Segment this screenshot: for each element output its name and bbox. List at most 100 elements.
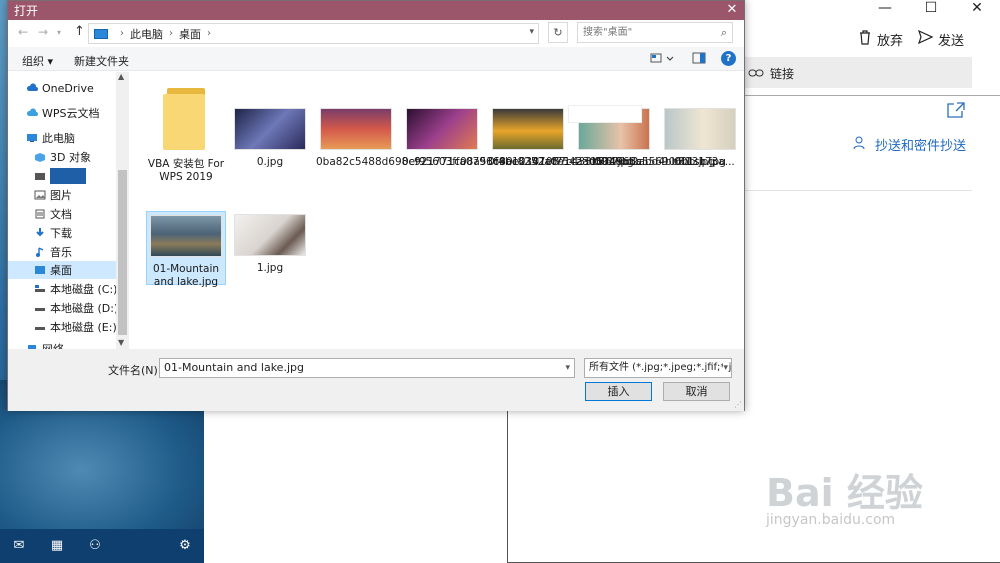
- file-name: 01-Mountain and lake.jpg: [152, 263, 220, 288]
- nav-item-drive-d[interactable]: 本地磁盘 (D:): [8, 299, 118, 317]
- nav-label: 桌面: [50, 264, 72, 277]
- discard-button[interactable]: 放弃: [858, 29, 904, 49]
- nav-label: 3D 对象: [50, 151, 91, 164]
- file-item-folder[interactable]: VBA 安装包 For WPS 2019: [146, 84, 226, 184]
- send-label: 发送: [938, 33, 965, 49]
- cc-bcc-link[interactable]: 抄送和密件抄送: [853, 135, 966, 154]
- dialog-close-button[interactable]: ✕: [720, 1, 744, 20]
- breadcrumb-desktop[interactable]: 桌面: [179, 26, 201, 42]
- nav-item-music[interactable]: 音乐: [8, 243, 116, 261]
- file-type-dropdown-icon[interactable]: ▾: [723, 359, 728, 377]
- minimize-button[interactable]: —: [862, 0, 908, 22]
- people-icon[interactable]: ⚇: [86, 537, 104, 555]
- back-arrow-icon[interactable]: ←: [18, 25, 28, 39]
- breadcrumb-separator-icon: ›: [120, 28, 124, 39]
- nav-item-desktop[interactable]: 桌面: [8, 261, 116, 279]
- file-item[interactable]: 0f4bc8252a0e1ca30634968c556906bb.jpg: [488, 108, 715, 169]
- nav-item-documents[interactable]: 文档: [8, 205, 116, 223]
- resize-grip-icon[interactable]: ⋰: [734, 400, 742, 409]
- view-options-icon[interactable]: [650, 52, 674, 67]
- dialog-title-bar: 打开 ✕: [8, 1, 744, 20]
- cancel-button[interactable]: 取消: [663, 382, 730, 401]
- file-type-select[interactable]: 所有文件 (*.jpg;*.jpeg;*.jfif;*.jp ▾: [584, 358, 732, 378]
- picture-icon: [34, 190, 46, 200]
- nav-item-wps-cloud[interactable]: WPS云文档: [8, 104, 116, 122]
- close-window-button[interactable]: ✕: [954, 0, 1000, 22]
- calendar-icon[interactable]: ▦: [48, 537, 66, 555]
- nav-item-this-pc[interactable]: 此电脑: [8, 129, 116, 147]
- address-dropdown-icon[interactable]: ▾: [529, 27, 534, 37]
- nav-label: 此电脑: [42, 132, 75, 145]
- up-arrow-icon[interactable]: ↑: [74, 24, 85, 39]
- nav-label: 视频: [50, 168, 86, 184]
- cube-icon: [35, 153, 45, 162]
- discard-label: 放弃: [877, 33, 904, 49]
- navigation-scrollbar[interactable]: ▲ ▼: [116, 72, 129, 349]
- file-item[interactable]: 0ba82c5488d698c921771c08a53c9a10347ef754…: [316, 108, 652, 169]
- expand-window-icon[interactable]: [946, 101, 966, 121]
- cc-bcc-label: 抄送和密件抄送: [875, 139, 967, 154]
- drive-icon: [35, 285, 45, 292]
- file-name: 001sh.jpg: [674, 156, 726, 168]
- nav-item-network[interactable]: 网络: [8, 340, 116, 349]
- filename-dropdown-icon[interactable]: ▾: [565, 359, 570, 377]
- file-item[interactable]: 1.jpg: [230, 211, 310, 275]
- filename-input[interactable]: 01-Mountain and lake.jpg ▾: [159, 358, 575, 378]
- file-item-selected[interactable]: 01-Mountain and lake.jpg: [146, 211, 226, 288]
- nav-label: 文档: [50, 208, 72, 221]
- computer-icon: [27, 134, 37, 142]
- nav-item-3d-objects[interactable]: 3D 对象: [8, 148, 116, 166]
- navigation-pane: OneDrive WPS云文档 此电脑 3D 对象 视频 图片 文档 下载 音乐…: [8, 72, 129, 349]
- search-placeholder: 搜索"桌面": [583, 27, 633, 38]
- nav-item-downloads[interactable]: 下载: [8, 224, 116, 242]
- file-item[interactable]: 001sh.jpg: [660, 108, 740, 169]
- settings-gear-icon[interactable]: ⚙: [176, 537, 194, 555]
- mail-icon[interactable]: ✉: [10, 537, 28, 555]
- breadcrumb-separator-icon: ›: [207, 28, 211, 39]
- person-icon: [853, 136, 865, 154]
- nav-label: WPS云文档: [42, 107, 100, 120]
- maximize-button[interactable]: ☐: [908, 0, 954, 22]
- refresh-button[interactable]: ↻: [548, 22, 568, 43]
- scroll-up-arrow-icon[interactable]: ▲: [118, 72, 124, 81]
- file-item[interactable]: 0ef95603ffa0796680e2101087c433b5670d2abd…: [402, 108, 735, 169]
- file-name: 0.jpg: [256, 156, 284, 168]
- preview-pane-icon[interactable]: [692, 52, 706, 67]
- file-name: 1.jpg: [256, 262, 284, 274]
- help-icon[interactable]: ?: [721, 51, 736, 66]
- organize-button[interactable]: 组织 ▾: [22, 53, 53, 69]
- file-name: 0ba82c5488d698c921771c08a53c9a10347ef754…: [316, 156, 652, 168]
- image-thumbnail: [234, 214, 306, 256]
- insert-button[interactable]: 插入: [585, 382, 652, 401]
- nav-item-drive-e[interactable]: 本地磁盘 (E:): [8, 318, 117, 336]
- nav-item-drive-c[interactable]: 本地磁盘 (C:): [8, 280, 117, 298]
- address-bar[interactable]: › 此电脑 › 桌面 › ▾: [88, 23, 539, 44]
- search-icon: ⌕: [720, 26, 727, 39]
- forward-arrow-icon[interactable]: →: [38, 25, 48, 39]
- nav-label: 图片: [50, 189, 72, 202]
- nav-item-videos[interactable]: 视频: [8, 167, 116, 185]
- nav-label: 下载: [50, 227, 72, 240]
- breadcrumb-this-pc[interactable]: 此电脑: [130, 26, 163, 42]
- image-thumbnail: [492, 108, 564, 150]
- nav-label: 音乐: [50, 246, 72, 259]
- send-button[interactable]: 发送: [917, 29, 965, 49]
- nav-item-onedrive[interactable]: OneDrive: [8, 79, 116, 97]
- desktop-icon: [35, 266, 45, 274]
- watermark-url: jingyan.baidu.com: [766, 512, 896, 528]
- open-file-dialog: 打开 ✕ ← → ▾ ↑ › 此电脑 › 桌面 › ▾ ↻ 搜索"桌面" ⌕ 组…: [7, 0, 745, 411]
- new-folder-button[interactable]: 新建文件夹: [74, 53, 129, 69]
- file-name: 0f4bc8252a0e1ca30634968c556906bb.jpg: [488, 156, 715, 168]
- download-icon: [36, 228, 44, 237]
- cloud-icon: [26, 108, 38, 116]
- video-icon: [35, 173, 45, 180]
- nav-item-pictures[interactable]: 图片: [8, 186, 116, 204]
- link-button[interactable]: 链接: [748, 65, 794, 82]
- scroll-down-arrow-icon[interactable]: ▼: [118, 338, 124, 347]
- filename-label: 文件名(N):: [108, 364, 162, 377]
- nav-label: 本地磁盘 (E:): [50, 321, 117, 334]
- recent-locations-chevron-icon[interactable]: ▾: [57, 28, 61, 37]
- file-item[interactable]: 0.jpg: [230, 108, 310, 169]
- scrollbar-thumb[interactable]: [118, 170, 127, 335]
- search-input[interactable]: 搜索"桌面" ⌕: [577, 22, 733, 43]
